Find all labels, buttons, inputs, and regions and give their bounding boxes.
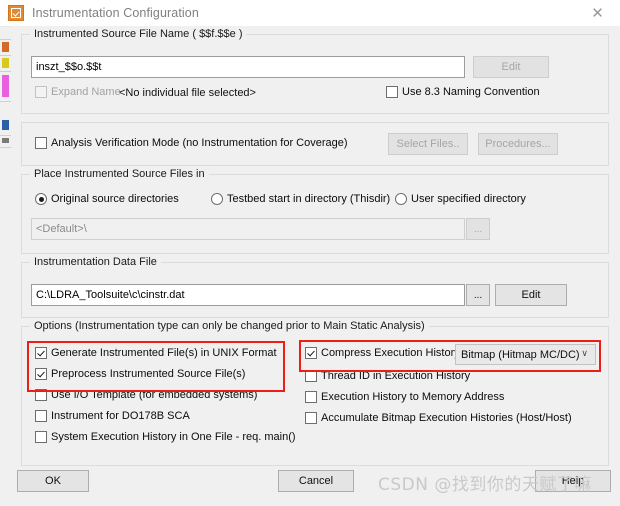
radio-testbed-start-directory[interactable]: Testbed start in directory (Thisdir) — [211, 193, 390, 205]
dialog-body: Instrumented Source File Name ( $$f.$$e … — [11, 26, 620, 506]
generate-unix-format-label: Generate Instrumented File(s) in UNIX Fo… — [51, 347, 277, 359]
thread-id-label: Thread ID in Execution History — [321, 370, 471, 382]
no-individual-file-label: <No individual file selected> — [119, 87, 256, 99]
instrument-do178b-box — [35, 410, 47, 422]
cancel-button[interactable]: Cancel — [278, 470, 354, 492]
group-legend-options: Options (Instrumentation type can only b… — [30, 320, 429, 332]
expand-name-checkbox-box — [35, 86, 47, 98]
checkbox-system-execution-history-one-file[interactable]: System Execution History in One File - r… — [35, 431, 296, 443]
radio-original-circle — [35, 193, 47, 205]
preprocess-source-files-box — [35, 368, 47, 380]
radio-testbed-label: Testbed start in directory (Thisdir) — [227, 193, 391, 205]
radio-testbed-circle — [211, 193, 223, 205]
bg-icon-orange — [2, 42, 9, 52]
expand-name-label: Expand Name — [51, 86, 121, 98]
use-io-template-label: Use I/O Template (for embedded systems) — [51, 389, 258, 401]
ok-button[interactable]: OK — [17, 470, 89, 492]
use-83-naming-label: Use 8.3 Naming Convention — [402, 86, 540, 98]
compress-execution-history-label: Compress Execution History — [321, 347, 460, 359]
checkbox-preprocess-source-files[interactable]: Preprocess Instrumented Source File(s) — [35, 368, 245, 380]
checkbox-generate-unix-format[interactable]: Generate Instrumented File(s) in UNIX Fo… — [35, 347, 277, 359]
compress-execution-history-box — [305, 347, 317, 359]
execution-history-memory-label: Execution History to Memory Address — [321, 391, 505, 403]
window-title: Instrumentation Configuration — [32, 6, 199, 20]
radio-original-source-directories[interactable]: Original source directories — [35, 193, 179, 205]
bg-icon-magenta — [2, 75, 9, 97]
use-83-naming-convention-checkbox[interactable]: Use 8.3 Naming Convention — [386, 86, 540, 98]
system-execution-history-label: System Execution History in One File - r… — [51, 431, 296, 443]
checkbox-instrument-do178b-sca[interactable]: Instrument for DO178B SCA — [35, 410, 190, 422]
checkbox-use-io-template[interactable]: Use I/O Template (for embedded systems) — [35, 389, 257, 401]
thread-id-box — [305, 370, 317, 382]
accumulate-bitmap-label: Accumulate Bitmap Execution Histories (H… — [321, 412, 572, 424]
checkbox-execution-history-memory-address[interactable]: Execution History to Memory Address — [305, 391, 504, 403]
radio-user-specified-circle — [395, 193, 407, 205]
instrumentation-data-file-input[interactable]: C:\LDRA_Toolsuite\c\cinstr.dat — [31, 284, 465, 306]
checkbox-accumulate-bitmap-histories[interactable]: Accumulate Bitmap Execution Histories (H… — [305, 412, 572, 424]
group-place-instrumented-files: Place Instrumented Source Files in — [21, 168, 609, 254]
preprocess-source-files-label: Preprocess Instrumented Source File(s) — [51, 368, 246, 380]
radio-user-specified-label: User specified directory — [411, 193, 526, 205]
place-directory-browse-button[interactable]: ... — [466, 218, 490, 240]
analysis-verification-checkbox-box — [35, 137, 47, 149]
compression-type-dropdown[interactable]: Bitmap (Hitmap MC/DC) ∨ — [455, 344, 596, 365]
select-files-button[interactable]: Select Files.. — [388, 133, 468, 155]
execution-history-memory-box — [305, 391, 317, 403]
group-legend-source-file: Instrumented Source File Name ( $$f.$$e … — [30, 28, 247, 40]
chevron-down-icon: ∨ — [581, 348, 588, 359]
radio-user-specified-directory[interactable]: User specified directory — [395, 193, 526, 205]
instrumented-file-name-input[interactable]: inszt_$$o.$$t — [31, 56, 465, 78]
use-io-template-box — [35, 389, 47, 401]
generate-unix-format-box — [35, 347, 47, 359]
csdn-watermark: CSDN @找到你的天赋了嘛 — [378, 475, 592, 495]
use-83-naming-checkbox-box — [386, 86, 398, 98]
radio-original-label: Original source directories — [51, 193, 179, 205]
close-icon[interactable]: ✕ — [575, 0, 620, 26]
bg-icon-yellow — [2, 58, 9, 68]
compression-type-value: Bitmap (Hitmap MC/DC) — [461, 348, 580, 361]
system-execution-history-box — [35, 431, 47, 443]
instrument-do178b-label: Instrument for DO178B SCA — [51, 410, 190, 422]
checkbox-compress-execution-history[interactable]: Compress Execution History — [305, 347, 460, 359]
bg-icon-blue — [2, 120, 9, 130]
bg-icon-grey — [2, 138, 9, 143]
group-legend-place-files: Place Instrumented Source Files in — [30, 168, 209, 180]
app-icon — [8, 5, 24, 21]
group-legend-data-file: Instrumentation Data File — [30, 256, 161, 268]
source-file-edit-button[interactable]: Edit — [473, 56, 549, 78]
analysis-verification-label: Analysis Verification Mode (no Instrumen… — [51, 137, 348, 149]
data-file-edit-button[interactable]: Edit — [495, 284, 567, 306]
expand-name-checkbox[interactable]: Expand Name — [35, 86, 121, 98]
procedures-button[interactable]: Procedures... — [478, 133, 558, 155]
analysis-verification-mode-checkbox[interactable]: Analysis Verification Mode (no Instrumen… — [35, 137, 348, 149]
title-bar: Instrumentation Configuration ✕ — [0, 0, 620, 27]
checkbox-thread-id-execution-history[interactable]: Thread ID in Execution History — [305, 370, 470, 382]
data-file-browse-button[interactable]: ... — [466, 284, 490, 306]
accumulate-bitmap-box — [305, 412, 317, 424]
place-directory-input[interactable]: <Default>\ — [31, 218, 465, 240]
